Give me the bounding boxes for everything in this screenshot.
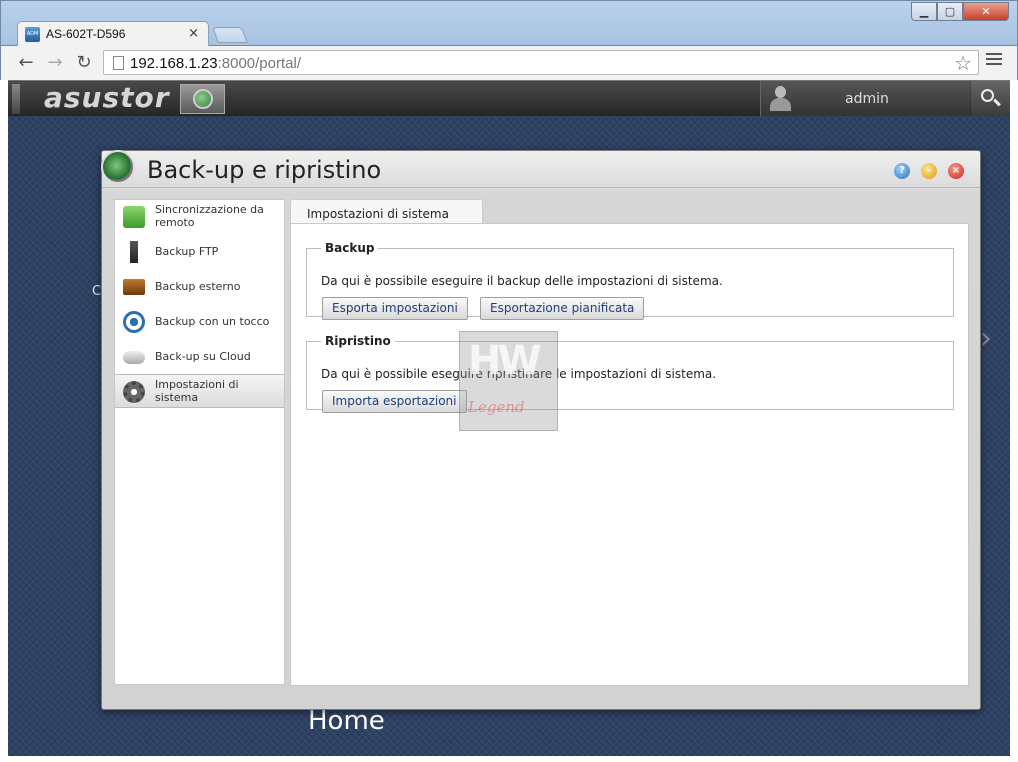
content-area: Impostazioni di sistema Backup Da qui è … <box>290 199 969 686</box>
page-icon <box>113 56 124 70</box>
export-settings-button[interactable]: Esporta impostazioni <box>322 297 468 320</box>
restore-group: Ripristino Da qui è possibile eseguire r… <box>306 334 954 413</box>
sidebar-item-ftp-backup[interactable]: Backup FTP <box>115 235 284 269</box>
watermark-bottom: Legend <box>468 398 525 416</box>
sidebar-item-label: Back-up su Cloud <box>155 350 251 363</box>
sidebar-item-one-touch-backup[interactable]: Backup con un tocco <box>115 305 284 339</box>
backup-legend: Backup <box>325 241 375 255</box>
window-title-bar[interactable]: Back-up e ripristino ? – × <box>101 150 980 188</box>
browser-toolbar: ← → ↻ 192.168.1.23:8000/portal/ ☆ <box>0 46 1018 80</box>
sidebar-item-label: Sincronizzazione da remoto <box>155 203 264 229</box>
asustor-logo: asustor <box>44 81 170 114</box>
one-touch-icon <box>123 311 145 333</box>
url-path: :8000/portal/ <box>217 55 301 72</box>
window-minimize-button[interactable]: ▁ <box>911 2 937 21</box>
window-close-button[interactable]: ✕ <box>963 2 1009 21</box>
sidebar-item-label: Backup FTP <box>155 245 219 258</box>
sidebar-item-external-backup[interactable]: Backup esterno <box>115 270 284 304</box>
next-page-chevron-icon[interactable]: › <box>980 321 992 356</box>
home-label: Home <box>308 706 385 736</box>
user-menu[interactable]: admin <box>760 81 970 117</box>
tab-title: AS-602T-D596 <box>46 27 126 41</box>
address-bar[interactable]: 192.168.1.23:8000/portal/ ☆ <box>103 50 979 75</box>
sidebar: Sincronizzazione da remoto Backup FTP Ba… <box>114 199 285 685</box>
cloud-icon <box>123 351 145 364</box>
sidebar-item-cloud-backup[interactable]: Back-up su Cloud <box>115 340 284 374</box>
tab-system-settings[interactable]: Impostazioni di sistema <box>290 199 483 225</box>
new-tab-button[interactable] <box>212 27 248 43</box>
portal-header: asustor admin <box>8 80 1010 117</box>
scheduled-export-button[interactable]: Esportazione pianificata <box>480 297 645 320</box>
url-text: 192.168.1.23:8000/portal/ <box>130 55 301 72</box>
username: admin <box>845 91 889 107</box>
backup-restore-app-icon <box>101 150 135 184</box>
watermark-top: HW <box>468 338 542 384</box>
adm-favicon-icon: ADM <box>25 27 40 42</box>
sidebar-item-system-settings[interactable]: Impostazioni di sistema <box>115 374 284 408</box>
browser-tab[interactable]: ADM AS-602T-D596 × <box>17 21 209 47</box>
tab-close-icon[interactable]: × <box>188 26 199 41</box>
search-icon[interactable] <box>971 81 1010 117</box>
desktop-partial-text: C <box>92 284 102 299</box>
reload-icon[interactable]: ↻ <box>73 52 95 73</box>
url-host: 192.168.1.23 <box>130 55 218 72</box>
backup-app-icon <box>193 89 213 109</box>
help-icon[interactable]: ? <box>894 163 910 179</box>
bookmark-star-icon[interactable]: ☆ <box>954 51 972 75</box>
sync-icon <box>123 206 145 228</box>
browser-titlebar: ADM AS-602T-D596 × ▁ ▢ ✕ <box>0 0 1018 47</box>
window-controls: ▁ ▢ ✕ <box>911 2 1009 21</box>
sidebar-item-label: Backup esterno <box>155 280 241 293</box>
external-drive-icon <box>123 279 145 295</box>
import-export-button[interactable]: Importa esportazioni <box>322 390 467 413</box>
sidebar-item-label: Backup con un tocco <box>155 315 270 328</box>
watermark: HW Legend <box>459 331 558 431</box>
backup-description: Da qui è possibile eseguire il backup de… <box>321 274 723 288</box>
user-icon <box>769 86 791 112</box>
sidebar-item-remote-sync[interactable]: Sincronizzazione da remoto <box>115 200 284 234</box>
close-icon[interactable]: × <box>948 163 964 179</box>
header-edge <box>12 84 20 114</box>
forward-arrow-icon[interactable]: → <box>44 52 66 73</box>
window-title: Back-up e ripristino <box>147 156 382 184</box>
sidebar-item-label: Impostazioni di sistema <box>155 378 239 404</box>
window-maximize-button[interactable]: ▢ <box>937 2 963 21</box>
ftp-icon <box>130 241 138 263</box>
gear-icon <box>123 381 145 403</box>
minimize-icon[interactable]: – <box>921 163 937 179</box>
app-launcher-button[interactable] <box>180 84 225 114</box>
back-arrow-icon[interactable]: ← <box>15 52 37 73</box>
browser-menu-icon[interactable] <box>986 53 1002 68</box>
content-panel: Backup Da qui è possibile eseguire il ba… <box>290 223 969 686</box>
restore-legend: Ripristino <box>325 334 391 348</box>
backup-group: Backup Da qui è possibile eseguire il ba… <box>306 241 954 320</box>
